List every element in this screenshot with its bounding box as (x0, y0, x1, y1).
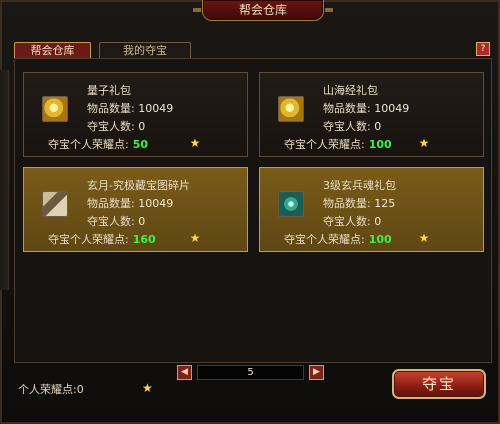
star-icon: ★ (418, 231, 430, 245)
personal-honor-text: 个人荣耀点:0 (18, 383, 84, 396)
quantity-label: 物品数量: (323, 197, 371, 210)
star-icon: ★ (142, 381, 153, 395)
quantity-row: 物品数量: 10049 (87, 197, 173, 210)
honor-value: 160 (132, 233, 156, 246)
prev-page-button[interactable]: ◀ (177, 365, 192, 380)
item-card-selected[interactable]: 玄月-究极藏宝图碎片 物品数量: 10049 夺宝人数: 0 夺宝个人荣耀点: 1… (23, 167, 248, 252)
left-side-strip (0, 70, 9, 290)
item-name: 山海经礼包 (323, 84, 378, 97)
quantity-value: 10049 (374, 102, 410, 115)
help-button[interactable]: ? (476, 42, 490, 56)
quantity-value: 10049 (138, 197, 174, 210)
seizers-row: 夺宝人数: 0 (87, 215, 145, 228)
item-name: 玄月-究极藏宝图碎片 (87, 179, 190, 192)
item-name: 量子礼包 (87, 84, 131, 97)
honor-row: 夺宝个人荣耀点: 50 (48, 138, 148, 151)
seizers-row: 夺宝人数: 0 (323, 215, 381, 228)
item-card[interactable]: 山海经礼包 物品数量: 10049 夺宝人数: 0 夺宝个人荣耀点: 100 ★ (259, 72, 484, 157)
seizers-label: 夺宝人数: (323, 215, 371, 228)
honor-row: 夺宝个人荣耀点: 100 (284, 233, 392, 246)
quantity-label: 物品数量: (87, 102, 135, 115)
tab-guild-warehouse[interactable]: 帮会仓库 (14, 42, 91, 58)
item-card[interactable]: 量子礼包 物品数量: 10049 夺宝人数: 0 夺宝个人荣耀点: 50 ★ (23, 72, 248, 157)
map-fragment-icon (42, 191, 68, 217)
honor-label: 夺宝个人荣耀点: (48, 138, 129, 151)
pagination: ◀ 5 ▶ (177, 365, 324, 380)
star-icon: ★ (189, 136, 201, 150)
honor-label: 夺宝个人荣耀点: (48, 233, 129, 246)
honor-row: 夺宝个人荣耀点: 100 (284, 138, 392, 151)
pouch-icon (42, 96, 68, 122)
honor-value: 100 (368, 138, 392, 151)
item-card-selected[interactable]: 3级玄兵魂礼包 物品数量: 125 夺宝人数: 0 夺宝个人荣耀点: 100 ★ (259, 167, 484, 252)
honor-label: 夺宝个人荣耀点: (284, 233, 365, 246)
seizers-row: 夺宝人数: 0 (87, 120, 145, 133)
item-name: 3级玄兵魂礼包 (323, 179, 396, 192)
quantity-value: 125 (374, 197, 396, 210)
next-page-button[interactable]: ▶ (309, 365, 324, 380)
soul-orb-icon (278, 191, 304, 217)
seizers-label: 夺宝人数: (87, 215, 135, 228)
pouch-icon (278, 96, 304, 122)
star-icon: ★ (189, 231, 201, 245)
seizers-value: 0 (374, 120, 382, 133)
page-number-field[interactable]: 5 (197, 365, 304, 380)
quantity-row: 物品数量: 10049 (87, 102, 173, 115)
seizers-value: 0 (138, 120, 146, 133)
quantity-value: 10049 (138, 102, 174, 115)
honor-row: 夺宝个人荣耀点: 160 (48, 233, 156, 246)
tab-my-treasure[interactable]: 我的夺宝 (99, 42, 191, 58)
quantity-row: 物品数量: 125 (323, 197, 395, 210)
window-title: 帮会仓库 (193, 0, 333, 21)
seizers-label: 夺宝人数: (323, 120, 371, 133)
quantity-label: 物品数量: (323, 102, 371, 115)
quantity-row: 物品数量: 10049 (323, 102, 409, 115)
star-icon: ★ (418, 136, 430, 150)
seizers-row: 夺宝人数: 0 (323, 120, 381, 133)
quantity-label: 物品数量: (87, 197, 135, 210)
item-list-panel: 量子礼包 物品数量: 10049 夺宝人数: 0 夺宝个人荣耀点: 50 ★ 山海… (14, 58, 492, 363)
honor-label: 夺宝个人荣耀点: (284, 138, 365, 151)
seizers-label: 夺宝人数: (87, 120, 135, 133)
honor-value: 100 (368, 233, 392, 246)
honor-value: 50 (132, 138, 149, 151)
seize-treasure-button[interactable]: 夺宝 (392, 369, 486, 399)
seizers-value: 0 (138, 215, 146, 228)
seizers-value: 0 (374, 215, 382, 228)
